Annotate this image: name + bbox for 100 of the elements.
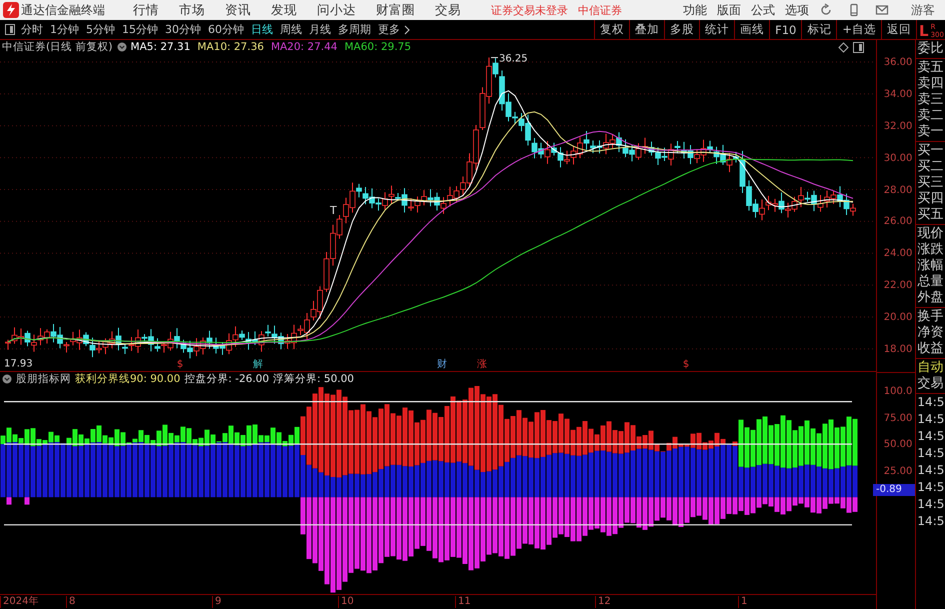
toolbar-button[interactable]: 返回 xyxy=(881,20,916,39)
date-label: 2024年 xyxy=(0,596,38,608)
trade-time: 14:5 xyxy=(916,445,945,462)
period-tab[interactable]: 月线 xyxy=(309,22,331,37)
quote-field-label: 卖五 xyxy=(916,60,944,76)
toolbar-button[interactable]: F10 xyxy=(769,20,802,39)
price-tick-label: 18.00 xyxy=(884,344,912,356)
price-tick-label: 26.00 xyxy=(884,216,912,228)
menu-item[interactable]: 市场 xyxy=(179,2,205,18)
event-marker[interactable]: 解 xyxy=(253,359,263,370)
date-label: 8 xyxy=(66,596,76,608)
panel-toggle-icon[interactable] xyxy=(5,24,15,35)
quote-field-label: 卖三 xyxy=(916,92,944,108)
menu-item[interactable]: 版面 xyxy=(717,2,741,18)
date-label: 1 xyxy=(738,596,748,608)
menu-item[interactable]: 财富圈 xyxy=(376,2,415,18)
price-tick-label: 32.00 xyxy=(884,120,912,133)
indicator-tick-label: 50.00 xyxy=(884,439,912,452)
chevron-circle-icon[interactable] xyxy=(2,374,12,384)
price-tick-label: 22.00 xyxy=(884,280,912,292)
menu-item[interactable]: 选项 xyxy=(785,2,809,18)
quote-field-label: 涨跌 xyxy=(916,242,944,258)
trade-time: 14:5 xyxy=(916,496,945,513)
indicator-parameter: 控盘分界: -26.00 xyxy=(184,372,270,386)
chart-title: 中信证券(日线 前复权) xyxy=(2,40,113,54)
price-tick-label: 30.00 xyxy=(884,152,912,165)
menu-item[interactable]: 行情 xyxy=(133,2,159,18)
quote-field-label: 买四 xyxy=(916,191,944,207)
quote-field-label: 委比 xyxy=(916,41,944,57)
quote-field-label: 换手 xyxy=(916,309,944,325)
period-tab[interactable]: 多周期 xyxy=(338,22,371,37)
menu-item[interactable]: 资讯 xyxy=(225,2,251,18)
price-tick-label: 24.00 xyxy=(884,248,912,260)
price-tick-label: 28.00 xyxy=(884,184,912,197)
trade-time: 14:5 xyxy=(916,394,945,411)
period-tab[interactable]: 分时 xyxy=(21,22,43,37)
toolbar-button[interactable]: 画线 xyxy=(734,20,770,39)
login-status[interactable]: 证券交易未登录 xyxy=(491,2,568,18)
trade-time: 14:5 xyxy=(916,462,945,479)
quote-field-label: 涨幅 xyxy=(916,258,944,274)
quote-field-label: 买一 xyxy=(916,143,944,159)
menu-item[interactable]: 问小达 xyxy=(317,2,356,18)
toolbar-button[interactable]: 叠加 xyxy=(629,20,664,39)
moving-average-label: MA60: 29.75 xyxy=(344,41,412,54)
toolbar-button[interactable]: 多股 xyxy=(664,20,700,39)
chevron-circle-icon[interactable] xyxy=(116,42,127,52)
panel-toggle-icon[interactable] xyxy=(853,42,864,53)
period-tab[interactable]: 60分钟 xyxy=(208,22,244,37)
refresh-icon[interactable] xyxy=(819,3,833,17)
logo-icon xyxy=(3,2,19,18)
period-tab[interactable]: 周线 xyxy=(280,22,302,37)
quote-field-label: 买二 xyxy=(916,159,944,175)
leader-line xyxy=(490,58,498,59)
price-tick-label: 20.00 xyxy=(884,312,912,324)
quote-field-label: 卖一 xyxy=(916,124,944,140)
menu-item[interactable]: 发现 xyxy=(271,2,297,18)
period-tab[interactable]: 5分钟 xyxy=(86,22,115,37)
envelope-icon[interactable] xyxy=(875,3,889,17)
period-tab[interactable]: 1分钟 xyxy=(50,22,79,37)
high-price-label: 36.25 xyxy=(499,54,528,66)
period-tab[interactable]: 日线 xyxy=(251,22,273,37)
indicator-tick-label: 75.00 xyxy=(884,412,912,425)
mode-label[interactable]: 自动 xyxy=(916,360,945,376)
trade-time: 14:5 xyxy=(916,411,945,428)
date-label: 9 xyxy=(212,596,222,608)
indicator-parameter: 浮筹分界: 50.00 xyxy=(273,372,354,386)
period-tab[interactable]: 30分钟 xyxy=(165,22,201,37)
menu-item[interactable]: 功能 xyxy=(683,2,707,18)
event-marker[interactable]: 财 xyxy=(437,359,447,370)
moving-average-label: MA5: 27.31 xyxy=(130,41,190,54)
toolbar-button[interactable]: 复权 xyxy=(594,20,630,39)
indicator-tick-label: 25.00 xyxy=(884,466,912,478)
price-tick-label: 36.00 xyxy=(884,57,912,69)
toolbar-button[interactable]: +自选 xyxy=(836,20,881,39)
side-header-letter: L xyxy=(919,23,929,39)
mode-label[interactable]: 交易 xyxy=(916,376,945,392)
toolbar-button[interactable]: 统计 xyxy=(699,20,734,39)
price-tick-label: 34.00 xyxy=(884,88,912,101)
moving-average-label: MA20: 27.44 xyxy=(270,41,338,54)
chevron-right-icon xyxy=(402,24,412,34)
low-price-label: 17.93 xyxy=(4,358,33,370)
app-title: 通达信金融终端 xyxy=(21,2,105,18)
event-marker[interactable]: $ xyxy=(682,359,690,370)
quote-field-label: 净资 xyxy=(916,325,944,341)
quote-field-label: 买三 xyxy=(916,175,944,191)
period-tab[interactable]: 更多 xyxy=(378,22,412,37)
user-name[interactable]: 游客 xyxy=(911,2,935,18)
toolbar-button[interactable]: 标记 xyxy=(801,20,836,39)
menu-item[interactable]: 交易 xyxy=(435,2,461,18)
diamond-icon[interactable] xyxy=(838,42,849,53)
event-marker[interactable]: $ xyxy=(176,359,184,370)
quote-field-label: 收益 xyxy=(916,341,944,357)
quote-field-label: 卖二 xyxy=(916,108,944,124)
broker-name[interactable]: 中信证券 xyxy=(578,2,622,18)
trade-time: 14:5 xyxy=(916,428,945,445)
period-tab[interactable]: 15分钟 xyxy=(122,22,158,37)
event-marker[interactable]: 涨 xyxy=(477,359,487,370)
menu-item[interactable]: 公式 xyxy=(751,2,775,18)
trade-time: 14:5 xyxy=(916,479,945,496)
chart-mark: T xyxy=(330,204,337,218)
